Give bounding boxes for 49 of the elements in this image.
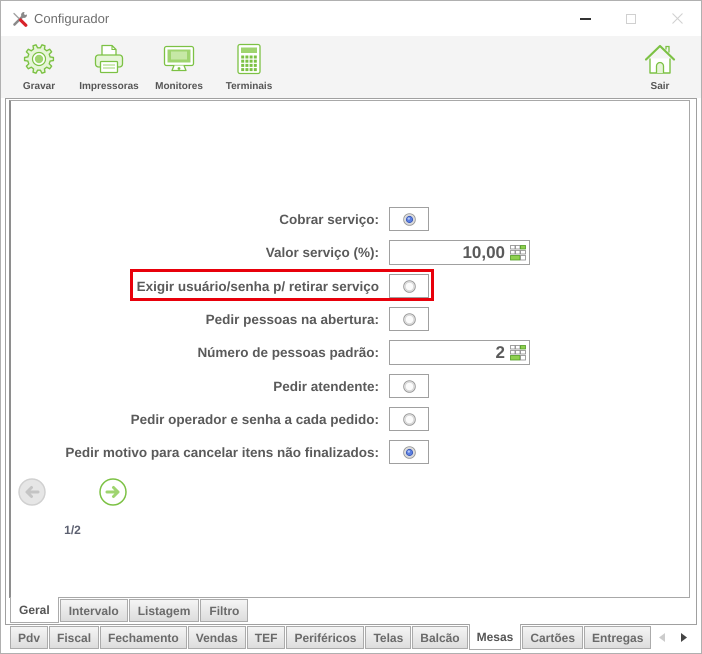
tab[interactable]: Fiscal <box>49 626 100 649</box>
arrow-right-icon <box>99 478 127 506</box>
next-button[interactable] <box>99 478 127 506</box>
radio-button[interactable] <box>402 212 416 226</box>
toolbar-button[interactable]: Impressoras <box>74 36 144 98</box>
page-indicator: 1/2 <box>64 523 81 537</box>
field-label: Valor serviço (%): <box>266 245 379 260</box>
tab[interactable]: Filtro <box>200 599 248 622</box>
toolbar-button[interactable]: Sair <box>625 36 695 98</box>
house-icon <box>644 43 676 75</box>
field-label: Pedir motivo para cancelar itens não finalizados: <box>65 444 379 460</box>
radio-button[interactable] <box>402 446 416 458</box>
field-label: Exigir usuário/senha p/ retirar serviço <box>136 278 379 294</box>
gear-icon <box>23 43 55 75</box>
number-field[interactable]: 10,00 <box>389 240 530 265</box>
radio-button[interactable] <box>402 280 416 292</box>
number-field[interactable]: 2 <box>389 340 530 365</box>
radio-button[interactable] <box>402 412 416 426</box>
tools-icon <box>12 10 28 26</box>
caret-left-icon <box>659 632 666 642</box>
calculator-icon[interactable] <box>510 244 526 260</box>
arrow-left-icon <box>18 478 46 506</box>
toolbar-button[interactable]: Gravar <box>4 36 74 98</box>
radio-button[interactable] <box>402 312 416 326</box>
tab[interactable]: Mesas <box>468 624 522 650</box>
tab[interactable]: Balcão <box>412 626 468 649</box>
field-label: Pedir pessoas na abertura: <box>206 312 379 326</box>
tab[interactable]: Pdv <box>10 626 48 649</box>
field-label: Pedir operador e senha a cada pedido: <box>130 412 379 426</box>
field-label: Número de pessoas padrão: <box>197 345 379 360</box>
tab[interactable]: Intervalo <box>60 599 128 622</box>
calculator-icon[interactable] <box>510 344 526 360</box>
tab[interactable]: Geral <box>10 597 59 623</box>
caret-right-icon <box>681 632 688 642</box>
window-title: Configurador <box>34 11 110 26</box>
tab[interactable]: Periféricos <box>286 626 364 649</box>
tab[interactable]: Vendas <box>188 626 246 649</box>
field-label: Cobrar serviço: <box>279 212 379 226</box>
tab[interactable]: Fechamento <box>100 626 187 649</box>
tab[interactable]: Telas <box>365 626 412 649</box>
toolbar-button[interactable]: Terminais <box>214 36 284 98</box>
toolbar-button[interactable]: Monitores <box>144 36 214 98</box>
radio-button[interactable] <box>402 380 416 392</box>
field-label: Pedir atendente: <box>273 378 379 394</box>
tab[interactable]: Listagem <box>128 599 200 622</box>
tab[interactable]: Entregas <box>584 626 652 649</box>
printer-icon <box>93 43 125 75</box>
tab[interactable]: TEF <box>246 626 286 649</box>
tab[interactable]: Cartões <box>522 626 584 649</box>
